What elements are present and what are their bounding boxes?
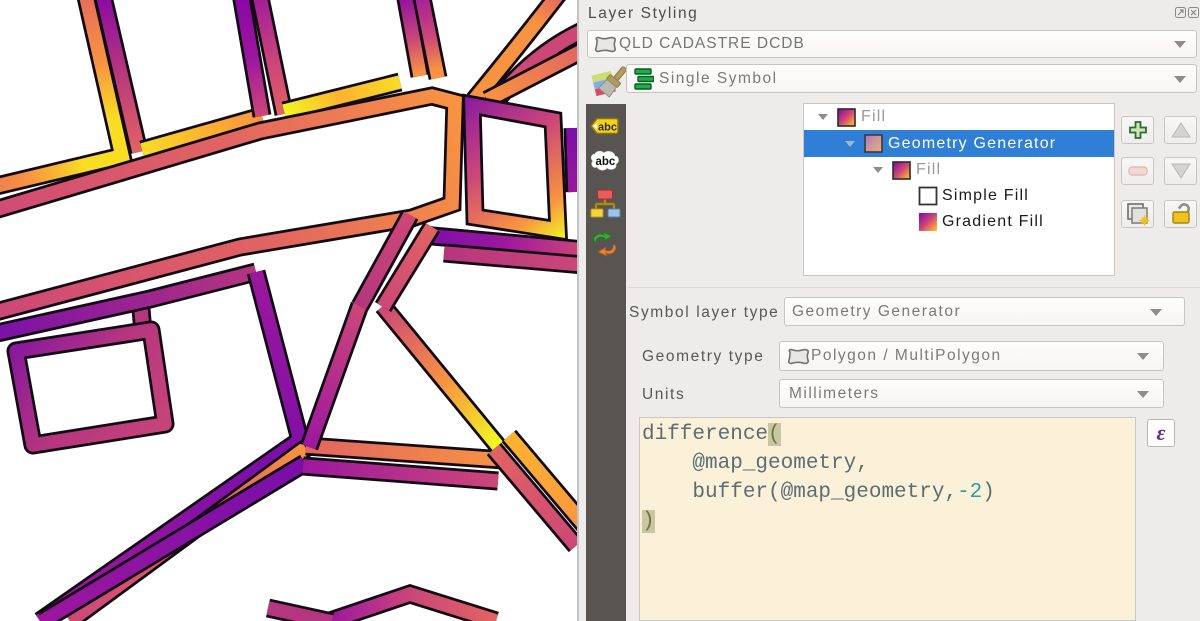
svg-text:abc: abc: [596, 156, 616, 168]
svg-text:abc: abc: [598, 122, 617, 134]
